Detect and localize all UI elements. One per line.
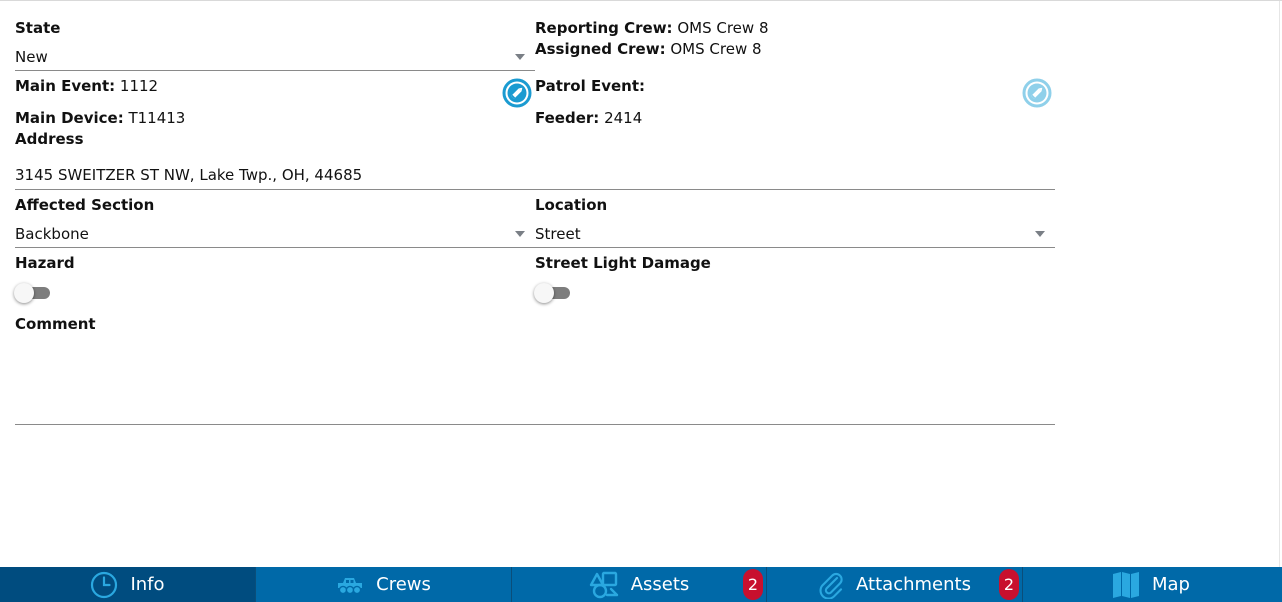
right-border [1279,1,1280,567]
state-label: State [15,19,61,37]
address-underline [15,189,1055,190]
hazard-toggle[interactable] [14,281,50,305]
location-label: Location [535,196,608,214]
affected-section-dropdown-caret-icon[interactable] [515,231,525,237]
truck-icon [336,573,364,597]
location-select-value[interactable]: Street [535,225,581,243]
toggle-knob [534,283,554,303]
bottom-nav: Info Crews Assets 2 Attachments 2 Map [0,567,1282,602]
reporting-crew: Reporting Crew: OMS Crew 8 [535,19,769,37]
tab-map[interactable]: Map [1023,567,1279,602]
tab-crews[interactable]: Crews [256,567,512,602]
main-device: Main Device: T11413 [15,109,186,127]
assets-count-badge: 2 [743,569,763,600]
address-label: Address [15,130,84,148]
clock-icon [90,571,118,599]
tab-crews-label: Crews [376,574,431,595]
tab-attachments-label: Attachments [856,574,971,595]
affected-section-label: Affected Section [15,196,155,214]
location-underline [535,247,1055,248]
state-dropdown-caret-icon[interactable] [515,54,525,60]
state-underline [15,70,535,71]
street-light-damage-label: Street Light Damage [535,254,711,272]
street-light-damage-toggle[interactable] [534,281,570,305]
tab-assets[interactable]: Assets 2 [512,567,767,602]
map-icon [1112,571,1140,599]
edit-patrol-event-button[interactable] [1022,78,1052,108]
tab-info-label: Info [130,574,165,595]
affected-section-underline [15,247,535,248]
comment-label: Comment [15,315,96,333]
location-dropdown-caret-icon[interactable] [1035,231,1045,237]
state-select-value[interactable]: New [15,48,48,66]
feeder: Feeder: 2414 [535,109,643,127]
comment-underline [15,424,1055,425]
comment-textarea[interactable] [15,346,1055,420]
assigned-crew: Assigned Crew: OMS Crew 8 [535,40,762,58]
hazard-label: Hazard [15,254,75,272]
toggle-knob [14,283,34,303]
patrol-event: Patrol Event: [535,77,645,95]
assets-icon [589,571,619,599]
paperclip-icon [818,571,844,599]
address-input[interactable]: 3145 SWEITZER ST NW, Lake Twp., OH, 4468… [15,166,362,184]
pencil-icon [1022,78,1052,108]
tab-assets-label: Assets [630,574,690,595]
affected-section-select-value[interactable]: Backbone [15,225,89,243]
attachments-count-badge: 2 [999,569,1019,600]
tab-map-label: Map [1152,574,1190,595]
tab-attachments[interactable]: Attachments 2 [767,567,1023,602]
main-event: Main Event: 1112 [15,77,159,95]
pencil-icon [502,78,532,108]
tab-info[interactable]: Info [0,567,256,602]
edit-main-event-button[interactable] [502,78,532,108]
